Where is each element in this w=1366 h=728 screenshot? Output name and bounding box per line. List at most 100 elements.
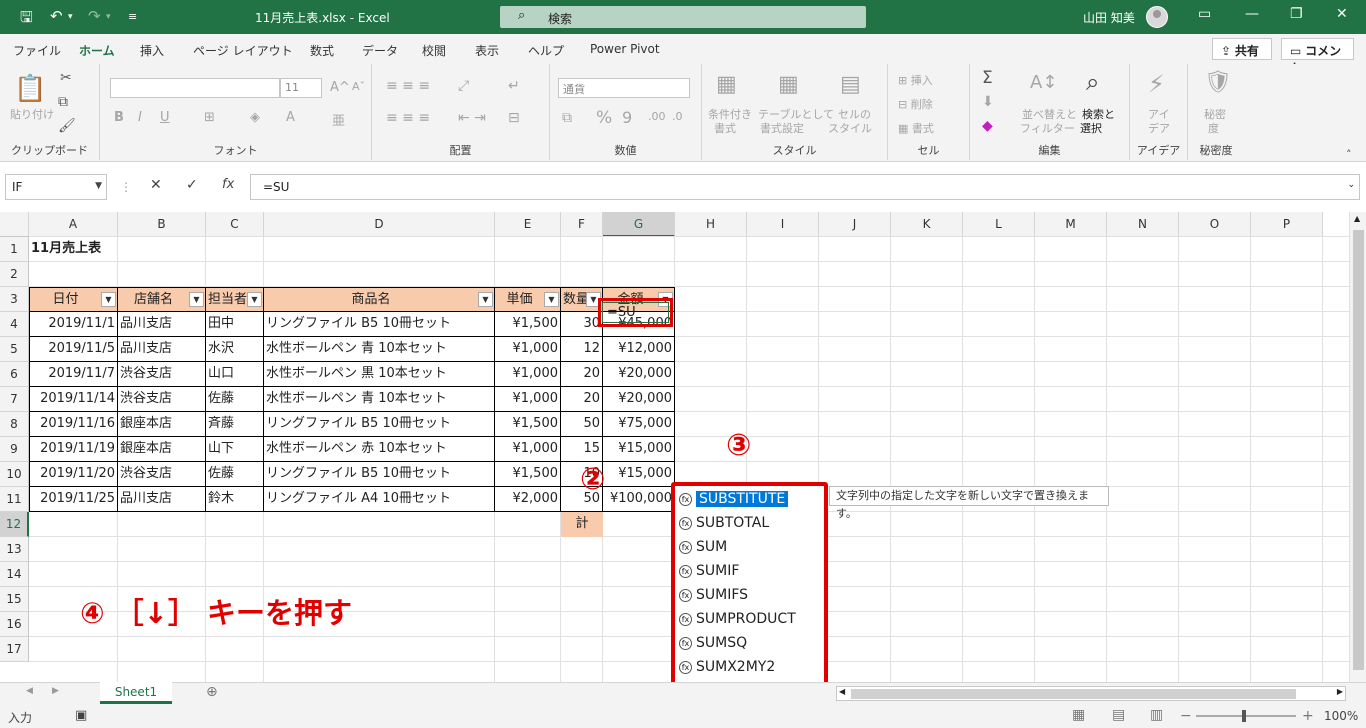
find-select-label2[interactable]: 選択 xyxy=(1080,120,1102,136)
row-header-9[interactable]: 9 xyxy=(0,437,29,462)
autocomplete-item[interactable]: fx SUMSQ xyxy=(679,632,825,654)
orientation-icon[interactable]: ⤢ xyxy=(458,78,469,94)
cut-icon[interactable]: ✂ xyxy=(60,70,72,86)
column-header-i[interactable]: I xyxy=(747,212,819,237)
cell-styles-label2[interactable]: スタイル xyxy=(828,120,872,136)
fill-color-icon[interactable]: ◈ xyxy=(250,110,260,125)
user-name[interactable]: 山田 知美 xyxy=(1083,9,1135,26)
sort-filter-icon[interactable]: A↕ xyxy=(1030,72,1057,93)
enter-icon[interactable]: ✓ xyxy=(186,177,198,193)
wrap-text-icon[interactable]: ↵ xyxy=(508,78,520,94)
column-header-o[interactable]: O xyxy=(1179,212,1251,237)
scroll-up-icon[interactable]: ▲ xyxy=(1354,214,1360,223)
column-header-p[interactable]: P xyxy=(1251,212,1323,237)
filter-dropdown-icon[interactable]: ▼ xyxy=(101,292,116,307)
formula-input[interactable]: =SU ⌄ xyxy=(250,174,1360,200)
sort-filter-label2[interactable]: フィルター xyxy=(1020,120,1075,136)
cell-styles-icon[interactable]: ▤ xyxy=(840,72,861,97)
tab-file[interactable]: ファイル xyxy=(13,42,61,59)
save-icon[interactable]: 🖫 xyxy=(20,7,33,32)
font-shrink-icon[interactable]: Aˇ xyxy=(352,80,365,93)
decimal-decrease-icon[interactable]: .0 xyxy=(672,110,683,123)
row-header-2[interactable]: 2 xyxy=(0,262,29,287)
macro-record-icon[interactable]: ▣ xyxy=(75,708,87,723)
format-table-label2[interactable]: 書式設定 xyxy=(760,120,804,136)
tab-help[interactable]: ヘルプ xyxy=(528,42,564,59)
filter-dropdown-icon[interactable]: ▼ xyxy=(478,292,493,307)
zoom-out-icon[interactable]: − xyxy=(1180,708,1192,724)
insert-function-icon[interactable]: fx xyxy=(222,177,234,192)
autosum-icon[interactable]: Σ xyxy=(982,68,993,88)
close-icon[interactable]: ✕ xyxy=(1336,6,1348,22)
customize-qat-icon[interactable]: ≡ xyxy=(128,10,137,23)
minimize-icon[interactable]: — xyxy=(1245,6,1259,22)
paste-icon[interactable]: 📋 xyxy=(14,74,46,104)
name-box[interactable]: IF ▼ xyxy=(5,174,107,200)
align-left-icon[interactable]: ≡ ≡ ≡ xyxy=(386,110,430,126)
tab-formulas[interactable]: 数式 xyxy=(310,42,334,59)
filter-dropdown-icon[interactable]: ▼ xyxy=(189,292,204,307)
ideas-label2[interactable]: デア xyxy=(1148,120,1170,136)
clear-icon[interactable]: ◆ xyxy=(982,118,993,134)
tab-home[interactable]: ホーム xyxy=(79,42,115,67)
row-header-10[interactable]: 10 xyxy=(0,462,29,487)
scroll-left-icon[interactable]: ◀ xyxy=(839,687,845,696)
bold-button[interactable]: B xyxy=(114,110,124,125)
column-header-m[interactable]: M xyxy=(1035,212,1107,237)
add-sheet-icon[interactable]: ⊕ xyxy=(206,684,218,700)
fill-icon[interactable]: ⬇ xyxy=(982,94,994,110)
column-header-e[interactable]: E xyxy=(495,212,561,237)
autocomplete-item[interactable]: fx SUMIFS xyxy=(679,584,825,606)
row-header-14[interactable]: 14 xyxy=(0,562,29,587)
paste-button[interactable]: 貼り付け xyxy=(10,106,54,122)
prev-sheet-icon[interactable]: ◀ xyxy=(26,686,33,696)
tab-review[interactable]: 校閲 xyxy=(422,42,446,59)
autocomplete-item[interactable]: fx SUM xyxy=(679,536,825,558)
column-header-d[interactable]: D xyxy=(264,212,495,237)
sensitivity-label2[interactable]: 度 xyxy=(1208,120,1219,136)
restore-icon[interactable]: ❐ xyxy=(1290,6,1303,22)
redo-dropdown-icon[interactable]: ▾ xyxy=(106,12,111,22)
row-header-5[interactable]: 5 xyxy=(0,337,29,362)
row-header-13[interactable]: 13 xyxy=(0,537,29,562)
column-header-n[interactable]: N xyxy=(1107,212,1179,237)
font-name-combo[interactable] xyxy=(110,78,280,98)
filter-dropdown-icon[interactable]: ▼ xyxy=(247,292,262,307)
vertical-scrollbar[interactable]: ▲ xyxy=(1349,212,1366,682)
horizontal-scroll-thumb[interactable] xyxy=(851,689,1296,699)
tab-insert[interactable]: 挿入 xyxy=(140,42,164,59)
column-header-l[interactable]: L xyxy=(963,212,1035,237)
redo-icon[interactable]: ↷ xyxy=(88,7,101,25)
column-header-a[interactable]: A xyxy=(29,212,118,237)
row-header-3[interactable]: 3 xyxy=(0,287,29,312)
column-header-c[interactable]: C xyxy=(206,212,264,237)
row-header-4[interactable]: 4 xyxy=(0,312,29,337)
autocomplete-item[interactable]: fx SUMIF xyxy=(679,560,825,582)
format-table-icon[interactable]: ▦ xyxy=(778,72,799,97)
ideas-icon[interactable]: ⚡ xyxy=(1148,70,1165,98)
merge-icon[interactable]: ⊟ xyxy=(508,110,520,126)
select-all[interactable] xyxy=(0,212,29,237)
comment-button[interactable]: ▭ コメント xyxy=(1281,38,1354,75)
find-select-icon[interactable]: ⌕ xyxy=(1086,68,1099,96)
collapse-ribbon-icon[interactable]: ˄ xyxy=(1346,148,1352,161)
sensitivity-icon[interactable]: 🛡 xyxy=(1204,70,1232,95)
row-header-6[interactable]: 6 xyxy=(0,362,29,387)
decimal-increase-icon[interactable]: .00 xyxy=(648,110,666,123)
underline-button[interactable]: U xyxy=(160,110,170,125)
indent-icon[interactable]: ⇤ ⇥ xyxy=(458,110,486,126)
undo-icon[interactable]: ↶ xyxy=(50,7,63,25)
phonetic-icon[interactable]: 亜 xyxy=(332,110,345,129)
zoom-in-icon[interactable]: + xyxy=(1302,708,1314,724)
row-header-11[interactable]: 11 xyxy=(0,487,29,512)
tab-data[interactable]: データ xyxy=(362,42,398,59)
column-header-k[interactable]: K xyxy=(891,212,963,237)
conditional-format-label2[interactable]: 書式 xyxy=(714,120,736,136)
autocomplete-item[interactable]: fx SUMX2MY2 xyxy=(679,656,825,678)
conditional-format-icon[interactable]: ▦ xyxy=(716,72,737,97)
filter-dropdown-icon[interactable]: ▼ xyxy=(544,292,559,307)
format-painter-icon[interactable]: 🖌 xyxy=(58,118,76,134)
normal-view-icon[interactable]: ▦ xyxy=(1072,707,1085,723)
expand-formula-icon[interactable]: ⌄ xyxy=(1347,180,1355,190)
tab-power-pivot[interactable]: Power Pivot xyxy=(590,42,660,56)
